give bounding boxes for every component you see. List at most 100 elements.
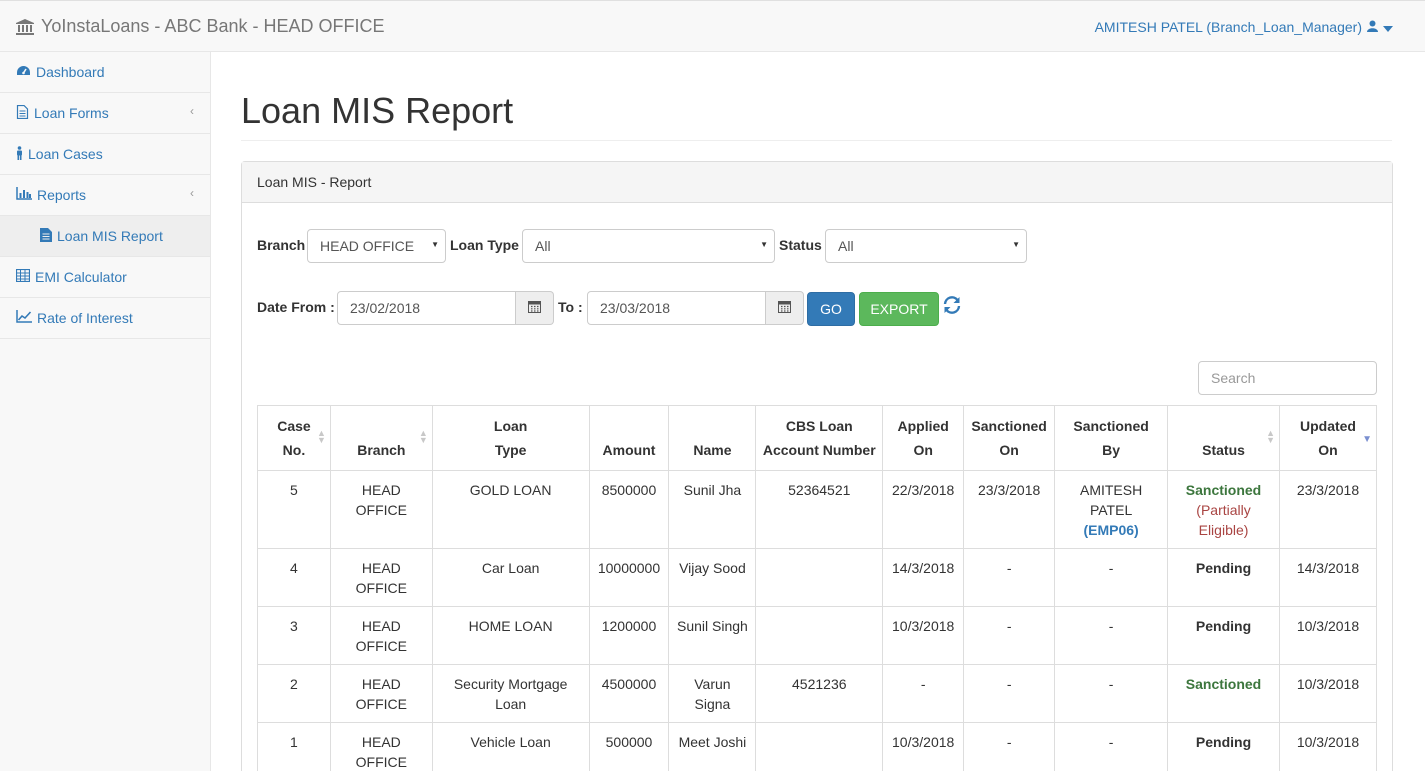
refresh-icon[interactable] — [942, 295, 962, 318]
top-navbar: YoInstaLoans - ABC Bank - HEAD OFFICE AM… — [0, 0, 1425, 52]
column-header-name[interactable]: Name — [668, 405, 757, 471]
table-row[interactable]: 5 HEAD OFFICE GOLD LOAN 8500000 Sunil Jh… — [257, 470, 1378, 549]
go-button[interactable]: GO — [807, 292, 855, 326]
sort-icon: ▲ ▼ — [316, 428, 326, 445]
cell-sanctioned-by: - — [1054, 664, 1169, 723]
column-header-branch[interactable]: Branch ▲ ▼ — [329, 405, 433, 471]
cell-applied: 14/3/2018 — [882, 548, 965, 607]
loan-type-select-value: All — [535, 238, 551, 254]
cell-sanctioned-by: AMITESH PATEL (EMP06) — [1054, 470, 1169, 549]
status-select-value: All — [838, 238, 854, 254]
branch-label: Branch — [257, 237, 306, 253]
status-note: (Partially Eligible) — [1196, 502, 1251, 538]
cell-name: Sunil Singh — [668, 606, 757, 665]
column-header-case-no[interactable]: Case No. ▲ ▼ — [257, 405, 331, 471]
sidebar-item-loan-mis-report[interactable]: Loan MIS Report — [0, 216, 210, 257]
bar-chart-icon — [16, 187, 32, 203]
column-header-sanctioned-on[interactable]: Sanctioned On — [963, 405, 1056, 471]
column-header-sanctioned-by[interactable]: Sanctioned By — [1054, 405, 1169, 471]
header-line-2: On — [1318, 442, 1338, 458]
date-from-calendar-button[interactable] — [516, 291, 554, 325]
cell-updated: 10/3/2018 — [1278, 606, 1378, 665]
sidebar-item-label: Rate of Interest — [37, 310, 133, 326]
cell-sanctioned-by: - — [1054, 606, 1169, 665]
sort-icon: ▲ ▼ — [1266, 428, 1275, 445]
status-badge: Sanctioned — [1185, 482, 1262, 498]
branch-select[interactable]: HEAD OFFICE ▼ — [307, 229, 446, 263]
page-title: Loan MIS Report — [241, 90, 514, 131]
table-row[interactable]: 4 HEAD OFFICE Car Loan 10000000 Vijay So… — [257, 548, 1378, 607]
sidebar-item-loan-forms[interactable]: Loan Forms ‹ — [0, 93, 210, 134]
table-row[interactable]: 2 HEAD OFFICE Security Mortgage Loan 450… — [257, 664, 1378, 723]
cell-sanctioned-on: - — [963, 606, 1056, 665]
cell-status: Sanctioned — [1167, 664, 1280, 723]
sidebar-item-reports[interactable]: Reports ‹ — [0, 175, 210, 216]
sidebar-item-rate-of-interest[interactable]: Rate of Interest — [0, 298, 210, 339]
user-menu[interactable]: AMITESH PATEL (Branch_Loan_Manager) — [1095, 19, 1393, 35]
cell-case-no: 2 — [257, 664, 331, 723]
loan-type-select[interactable]: All ▼ — [522, 229, 775, 263]
status-label: Status — [779, 237, 822, 253]
sidebar: Dashboard Loan Forms ‹ Loan Cases Report… — [0, 52, 211, 771]
column-header-cbs-account[interactable]: CBS Loan Account Number — [755, 405, 884, 471]
column-header-updated-on[interactable]: Updated On ▼ — [1278, 405, 1378, 471]
column-header-loan-type[interactable]: Loan Type — [431, 405, 590, 471]
status-select[interactable]: All ▼ — [825, 229, 1027, 263]
sidebar-item-label: EMI Calculator — [35, 269, 127, 285]
sort-icon: ▲ ▼ — [418, 428, 428, 445]
column-header-status[interactable]: Status ▲ ▼ — [1167, 405, 1280, 471]
cell-applied: 10/3/2018 — [882, 722, 965, 771]
header-line-1: Case — [277, 418, 311, 434]
header-line-2: Account Number — [762, 442, 876, 458]
header-line-2: Name — [693, 442, 732, 458]
cell-updated: 10/3/2018 — [1278, 722, 1378, 771]
cell-amount: 4500000 — [588, 664, 670, 723]
header-line-1: CBS Loan — [785, 418, 853, 434]
cell-cbs — [755, 548, 884, 607]
header-line-1: Loan — [493, 418, 528, 434]
date-to-calendar-button[interactable] — [766, 291, 804, 325]
header-line-2: By — [1102, 442, 1121, 458]
cell-cbs — [755, 722, 884, 771]
cell-status: Sanctioned (Partially Eligible) — [1167, 470, 1280, 549]
cell-sanctioned-on: - — [963, 548, 1056, 607]
date-from-label: Date From : — [257, 299, 335, 315]
cell-status: Pending — [1167, 548, 1280, 607]
cell-name: Meet Joshi — [668, 722, 757, 771]
sanctioned-by-code[interactable]: (EMP06) — [1083, 522, 1138, 538]
chevron-left-icon: ‹ — [190, 104, 194, 118]
cell-sanctioned-by: - — [1054, 548, 1169, 607]
header-line-1: Updated — [1299, 418, 1356, 434]
status-badge: Pending — [1195, 560, 1252, 576]
app-brand[interactable]: YoInstaLoans - ABC Bank - HEAD OFFICE — [15, 16, 384, 37]
sidebar-item-dashboard[interactable]: Dashboard — [0, 52, 210, 93]
calendar-icon — [778, 300, 791, 316]
cell-branch: HEAD OFFICE — [329, 664, 433, 723]
caret-down-icon — [1383, 19, 1393, 35]
cell-applied: 10/3/2018 — [882, 606, 965, 665]
date-to-input[interactable]: 23/03/2018 — [587, 291, 766, 325]
date-from-input[interactable]: 23/02/2018 — [337, 291, 516, 325]
export-button[interactable]: EXPORT — [859, 292, 939, 326]
cell-name: Varun Signa — [668, 664, 757, 723]
table-row[interactable]: 3 HEAD OFFICE HOME LOAN 1200000 Sunil Si… — [257, 606, 1378, 665]
sidebar-item-emi-calculator[interactable]: EMI Calculator — [0, 257, 210, 298]
sanctioned-by-name: AMITESH PATEL — [1079, 482, 1143, 518]
person-icon — [16, 145, 23, 163]
cell-branch: HEAD OFFICE — [329, 548, 433, 607]
cell-branch: HEAD OFFICE — [329, 722, 433, 771]
sidebar-item-label: Loan MIS Report — [57, 228, 163, 244]
header-line-2: Amount — [602, 442, 656, 458]
column-header-applied-on[interactable]: Applied On — [882, 405, 965, 471]
column-header-amount[interactable]: Amount — [588, 405, 670, 471]
cell-amount: 10000000 — [588, 548, 670, 607]
cell-case-no: 4 — [257, 548, 331, 607]
status-badge: Sanctioned — [1185, 676, 1262, 692]
search-input[interactable]: Search — [1198, 361, 1377, 395]
cell-cbs: 52364521 — [755, 470, 884, 549]
sidebar-item-loan-cases[interactable]: Loan Cases — [0, 134, 210, 175]
app-title: YoInstaLoans - ABC Bank - HEAD OFFICE — [41, 16, 385, 36]
table-row[interactable]: 1 HEAD OFFICE Vehicle Loan 500000 Meet J… — [257, 722, 1378, 771]
cell-amount: 8500000 — [588, 470, 670, 549]
cell-amount: 1200000 — [588, 606, 670, 665]
